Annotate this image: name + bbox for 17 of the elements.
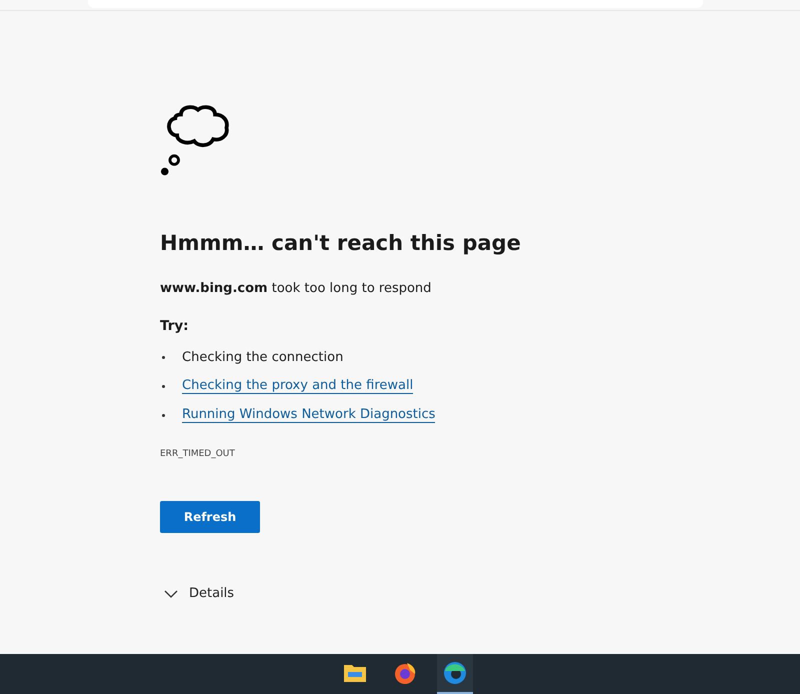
- bullet-icon: [162, 356, 165, 359]
- refresh-button[interactable]: Refresh: [160, 501, 260, 533]
- firefox-icon: [393, 661, 417, 685]
- details-toggle[interactable]: Details: [160, 586, 234, 601]
- suggestion-text: Checking the connection: [182, 350, 344, 365]
- error-heading: Hmmm… can't reach this page: [160, 231, 521, 255]
- bullet-icon: [162, 384, 165, 388]
- edge-icon: [443, 661, 467, 685]
- error-message: www.bing.com took too long to respond: [160, 281, 432, 296]
- taskbar-app[interactable]: [437, 654, 473, 694]
- try-label: Try:: [160, 318, 189, 334]
- error-code: ERR_TIMED_OUT: [160, 449, 235, 459]
- chevron-icon: [164, 590, 178, 598]
- folder-icon: [343, 663, 367, 683]
- suggestion-link[interactable]: Running Windows Network Diagnostics: [182, 407, 436, 423]
- suggestion-link[interactable]: Checking the proxy and the firewall: [182, 378, 414, 394]
- bullet-icon: [162, 414, 165, 416]
